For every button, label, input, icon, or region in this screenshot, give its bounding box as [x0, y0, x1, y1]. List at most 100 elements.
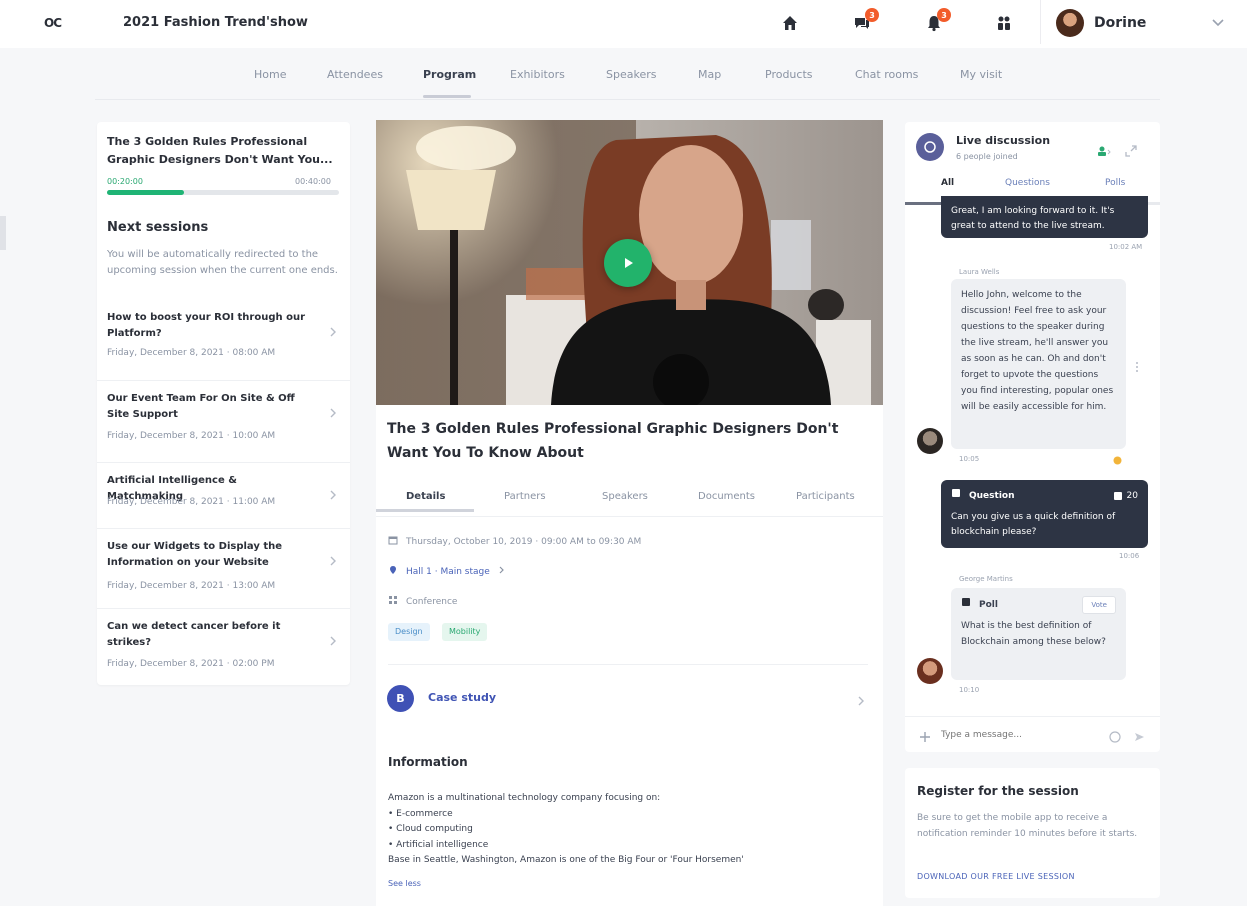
chevron-right-icon — [328, 485, 338, 504]
vote-button[interactable]: Vote — [1082, 596, 1116, 614]
event-title: 2021 Fashion Trend'show — [123, 15, 308, 30]
chat-message: Great, I am looking forward to it. It's … — [941, 196, 1148, 238]
tab-active-indicator — [376, 509, 474, 512]
nav-attendees[interactable]: Attendees — [327, 68, 383, 81]
message-input[interactable] — [941, 725, 1101, 745]
nav-exhibitors[interactable]: Exhibitors — [510, 68, 565, 81]
see-less-link[interactable]: See less — [388, 879, 421, 888]
tab-documents[interactable]: Documents — [698, 491, 755, 502]
session-location[interactable]: Hall 1 · Main stage — [388, 565, 506, 578]
chat-tab-polls[interactable]: Polls — [1105, 178, 1125, 188]
session-item[interactable]: Our Event Team For On Site & Off Site Su… — [97, 380, 350, 460]
tag-mobility[interactable]: Mobility — [442, 623, 488, 641]
calendar-icon — [388, 535, 398, 548]
divider — [1040, 0, 1041, 44]
user-avatar[interactable] — [1056, 9, 1084, 37]
message-time: 10:05 — [959, 455, 980, 463]
progress-fill — [107, 190, 184, 195]
nav-map[interactable]: Map — [698, 68, 721, 81]
session-item[interactable]: Can we detect cancer before it strikes? … — [97, 608, 350, 684]
tab-partners[interactable]: Partners — [504, 491, 546, 502]
session-date: Friday, December 8, 2021 · 11:00 AM — [107, 497, 276, 507]
nav-products[interactable]: Products — [765, 68, 813, 81]
poll-header: Poll Vote — [961, 596, 1116, 614]
session-progress — [107, 190, 339, 195]
emoji-icon[interactable] — [1109, 728, 1121, 747]
chat-message: Hello John, welcome to the discussion! F… — [951, 279, 1126, 449]
tab-participants[interactable]: Participants — [796, 491, 855, 502]
people-icon[interactable] — [993, 12, 1015, 34]
register-card: Register for the session Be sure to get … — [905, 768, 1160, 898]
nav-program[interactable]: Program — [423, 68, 476, 81]
location-text: Hall 1 · Main stage — [406, 566, 490, 577]
nav-active-indicator — [423, 95, 471, 98]
chevron-right-icon — [328, 631, 338, 650]
session-item[interactable]: Use our Widgets to Display the Informati… — [97, 528, 350, 608]
register-title: Register for the session — [917, 784, 1079, 798]
message-time: 10:10 — [959, 686, 980, 694]
location-pin-icon — [388, 565, 398, 578]
session-title: Can we detect cancer before it strikes? — [107, 621, 281, 648]
tab-speakers[interactable]: Speakers — [602, 491, 648, 502]
home-icon[interactable] — [779, 12, 801, 34]
info-line: • Artificial intelligence — [388, 839, 489, 850]
app-logo[interactable]: OC — [44, 16, 62, 30]
chat-header-actions — [1097, 142, 1137, 161]
information-heading: Information — [388, 755, 468, 769]
poll-label: Poll — [979, 600, 998, 610]
chat-badge: 3 — [865, 8, 879, 22]
session-details: The 3 Golden Rules Professional Graphic … — [376, 405, 883, 906]
question-icon — [951, 488, 961, 504]
session-title: Our Event Team For On Site & Off Site Su… — [107, 393, 295, 420]
nav-home[interactable]: Home — [254, 68, 286, 81]
poll-icon — [961, 597, 971, 613]
info-line: • Cloud computing — [388, 824, 473, 834]
play-button[interactable] — [604, 239, 652, 287]
participants-icon[interactable] — [1097, 142, 1111, 161]
chevron-down-icon[interactable] — [1210, 14, 1226, 34]
chevron-right-icon — [328, 551, 338, 570]
top-bar: OC 2021 Fashion Trend'show 3 3 Dorine — [0, 0, 1247, 48]
session-type: Conference — [388, 595, 457, 608]
download-app-link[interactable]: DOWNLOAD OUR FREE LIVE SESSION — [917, 872, 1075, 881]
session-date: Friday, December 8, 2021 · 13:00 AM — [107, 581, 276, 591]
chat-tab-questions[interactable]: Questions — [1005, 178, 1050, 188]
current-session-title[interactable]: The 3 Golden Rules Professional Graphic … — [107, 133, 339, 169]
next-sessions-heading: Next sessions — [107, 220, 209, 235]
more-icon[interactable] — [1135, 358, 1139, 377]
poll-text: What is the best definition of Blockchai… — [961, 621, 1106, 647]
message-time: 10:02 AM — [1109, 243, 1143, 251]
author-avatar — [917, 428, 943, 454]
upvote-button[interactable]: 20 — [1113, 489, 1138, 504]
case-study-link[interactable]: B Case study — [376, 673, 883, 723]
upvote-icon — [1113, 492, 1122, 500]
session-item[interactable]: Artificial Intelligence & Matchmaking Fr… — [97, 462, 350, 528]
chat-tab-all[interactable]: All — [941, 178, 954, 188]
side-handle[interactable] — [0, 216, 6, 250]
message-author: George Martins — [959, 575, 1013, 583]
grid-icon — [388, 595, 398, 608]
chevron-right-icon — [328, 322, 338, 341]
chevron-right-icon — [498, 566, 506, 577]
tab-details[interactable]: Details — [406, 491, 445, 502]
like-icon[interactable] — [1113, 450, 1122, 469]
case-study-label: Case study — [428, 691, 497, 704]
bell-icon[interactable]: 3 — [923, 8, 951, 34]
nav-speakers[interactable]: Speakers — [606, 68, 656, 81]
session-date: Friday, December 8, 2021 · 02:00 PM — [107, 659, 275, 669]
nav-my-visit[interactable]: My visit — [960, 68, 1002, 81]
live-discussion-panel: Live discussion 6 people joined All Ques… — [905, 122, 1160, 752]
chat-icon[interactable]: 3 — [851, 8, 879, 34]
message-time: 10:06 — [1119, 552, 1140, 560]
user-name[interactable]: Dorine — [1094, 15, 1146, 31]
sessions-panel: The 3 Golden Rules Professional Graphic … — [97, 122, 350, 685]
session-date: Friday, December 8, 2021 · 10:00 AM — [107, 431, 276, 441]
nav-chat-rooms[interactable]: Chat rooms — [855, 68, 918, 81]
tag-design[interactable]: Design — [388, 623, 430, 641]
attach-icon[interactable] — [919, 728, 931, 747]
session-item[interactable]: How to boost your ROI through our Platfo… — [97, 300, 350, 378]
question-message: Question 20 Can you give us a quick defi… — [941, 480, 1148, 548]
send-icon[interactable] — [1133, 728, 1145, 747]
expand-icon[interactable] — [1125, 142, 1137, 161]
bell-badge: 3 — [937, 8, 951, 22]
